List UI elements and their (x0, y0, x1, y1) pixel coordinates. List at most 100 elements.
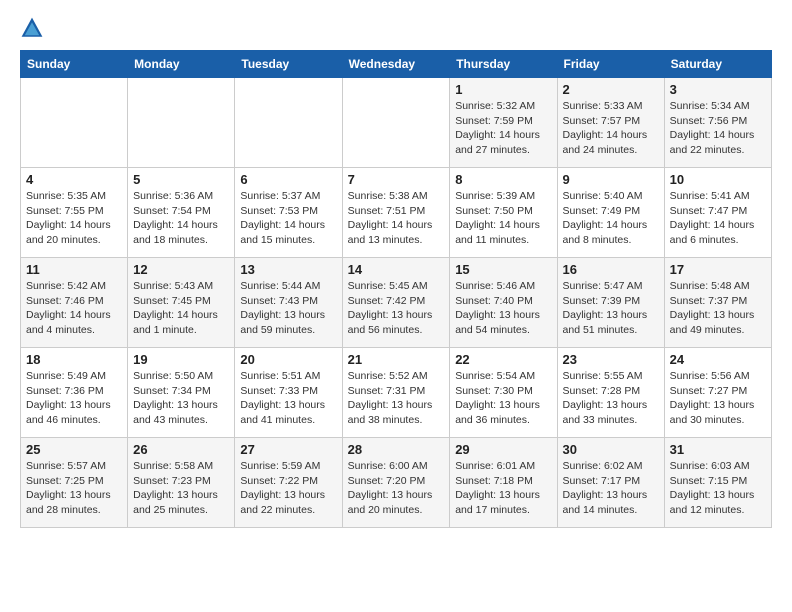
day-number: 12 (133, 262, 229, 277)
page-header (20, 16, 772, 40)
day-number: 22 (455, 352, 551, 367)
day-number: 16 (563, 262, 659, 277)
calendar-cell: 23Sunrise: 5:55 AM Sunset: 7:28 PM Dayli… (557, 348, 664, 438)
calendar-cell: 8 Sunrise: 5:39 AM Sunset: 7:50 PM Daylig… (450, 168, 557, 258)
day-info: Sunrise: 5:38 AM Sunset: 7:51 PM Dayligh… (348, 189, 445, 248)
calendar-cell: 11 Sunrise: 5:42 AM Sunset: 7:46 PM Dayli… (21, 258, 128, 348)
logo-icon (20, 16, 44, 40)
calendar-cell: 17 Sunrise: 5:48 AM Sunset: 7:37 PM Dayli… (664, 258, 771, 348)
calendar-week-row: 11 Sunrise: 5:42 AM Sunset: 7:46 PM Dayli… (21, 258, 772, 348)
day-info: Sunrise: 5:50 AM Sunset: 7:34 PM Dayligh… (133, 369, 229, 428)
calendar-cell: 1Sunrise: 5:32 AM Sunset: 7:59 PM Daylig… (450, 78, 557, 168)
calendar-cell: 30Sunrise: 6:02 AM Sunset: 7:17 PM Dayli… (557, 438, 664, 528)
calendar-cell: 28 Sunrise: 6:00 AM Sunset: 7:20 PM Dayli… (342, 438, 450, 528)
weekday-header-sunday: Sunday (21, 51, 128, 78)
day-number: 28 (348, 442, 445, 457)
day-number: 21 (348, 352, 445, 367)
weekday-header-friday: Friday (557, 51, 664, 78)
day-info: Sunrise: 5:56 AM Sunset: 7:27 PM Dayligh… (670, 369, 766, 428)
calendar-cell: 29 Sunrise: 6:01 AM Sunset: 7:18 PM Dayli… (450, 438, 557, 528)
day-info: Sunrise: 5:52 AM Sunset: 7:31 PM Dayligh… (348, 369, 445, 428)
day-number: 2 (563, 82, 659, 97)
calendar-cell: 26 Sunrise: 5:58 AM Sunset: 7:23 PM Dayli… (128, 438, 235, 528)
day-number: 9 (563, 172, 659, 187)
day-info: Sunrise: 5:34 AM Sunset: 7:56 PM Dayligh… (670, 99, 766, 158)
calendar-cell: 3 Sunrise: 5:34 AM Sunset: 7:56 PM Daylig… (664, 78, 771, 168)
day-info: Sunrise: 5:36 AM Sunset: 7:54 PM Dayligh… (133, 189, 229, 248)
day-info: Sunrise: 5:49 AM Sunset: 7:36 PM Dayligh… (26, 369, 122, 428)
day-info: Sunrise: 6:03 AM Sunset: 7:15 PM Dayligh… (670, 459, 766, 518)
day-number: 30 (563, 442, 659, 457)
calendar-week-row: 25 Sunrise: 5:57 AM Sunset: 7:25 PM Dayli… (21, 438, 772, 528)
day-number: 25 (26, 442, 122, 457)
calendar-cell: 14 Sunrise: 5:45 AM Sunset: 7:42 PM Dayli… (342, 258, 450, 348)
day-number: 15 (455, 262, 551, 277)
day-info: Sunrise: 5:51 AM Sunset: 7:33 PM Dayligh… (240, 369, 336, 428)
weekday-header-wednesday: Wednesday (342, 51, 450, 78)
calendar-cell: 19 Sunrise: 5:50 AM Sunset: 7:34 PM Dayli… (128, 348, 235, 438)
day-info: Sunrise: 5:54 AM Sunset: 7:30 PM Dayligh… (455, 369, 551, 428)
weekday-header-thursday: Thursday (450, 51, 557, 78)
calendar-cell: 31 Sunrise: 6:03 AM Sunset: 7:15 PM Dayli… (664, 438, 771, 528)
day-number: 19 (133, 352, 229, 367)
day-info: Sunrise: 5:58 AM Sunset: 7:23 PM Dayligh… (133, 459, 229, 518)
day-info: Sunrise: 5:37 AM Sunset: 7:53 PM Dayligh… (240, 189, 336, 248)
calendar-cell: 7 Sunrise: 5:38 AM Sunset: 7:51 PM Daylig… (342, 168, 450, 258)
day-number: 8 (455, 172, 551, 187)
weekday-header-saturday: Saturday (664, 51, 771, 78)
calendar-cell: 9 Sunrise: 5:40 AM Sunset: 7:49 PM Daylig… (557, 168, 664, 258)
day-info: Sunrise: 5:43 AM Sunset: 7:45 PM Dayligh… (133, 279, 229, 338)
calendar-cell: 25 Sunrise: 5:57 AM Sunset: 7:25 PM Dayli… (21, 438, 128, 528)
calendar-cell: 5 Sunrise: 5:36 AM Sunset: 7:54 PM Daylig… (128, 168, 235, 258)
day-info: Sunrise: 5:45 AM Sunset: 7:42 PM Dayligh… (348, 279, 445, 338)
calendar-cell (21, 78, 128, 168)
day-info: Sunrise: 5:57 AM Sunset: 7:25 PM Dayligh… (26, 459, 122, 518)
day-number: 27 (240, 442, 336, 457)
day-number: 14 (348, 262, 445, 277)
logo (20, 16, 48, 40)
day-number: 20 (240, 352, 336, 367)
day-number: 7 (348, 172, 445, 187)
day-info: Sunrise: 5:32 AM Sunset: 7:59 PM Dayligh… (455, 99, 551, 158)
day-number: 17 (670, 262, 766, 277)
calendar-cell: 24Sunrise: 5:56 AM Sunset: 7:27 PM Dayli… (664, 348, 771, 438)
day-number: 3 (670, 82, 766, 97)
day-info: Sunrise: 5:39 AM Sunset: 7:50 PM Dayligh… (455, 189, 551, 248)
day-info: Sunrise: 5:40 AM Sunset: 7:49 PM Dayligh… (563, 189, 659, 248)
weekday-header-row: SundayMondayTuesdayWednesdayThursdayFrid… (21, 51, 772, 78)
day-number: 26 (133, 442, 229, 457)
calendar-week-row: 4Sunrise: 5:35 AM Sunset: 7:55 PM Daylig… (21, 168, 772, 258)
calendar-cell: 20 Sunrise: 5:51 AM Sunset: 7:33 PM Dayli… (235, 348, 342, 438)
calendar-cell (342, 78, 450, 168)
day-info: Sunrise: 5:42 AM Sunset: 7:46 PM Dayligh… (26, 279, 122, 338)
day-number: 29 (455, 442, 551, 457)
calendar-cell: 21 Sunrise: 5:52 AM Sunset: 7:31 PM Dayli… (342, 348, 450, 438)
day-number: 6 (240, 172, 336, 187)
calendar-cell: 4Sunrise: 5:35 AM Sunset: 7:55 PM Daylig… (21, 168, 128, 258)
day-info: Sunrise: 5:44 AM Sunset: 7:43 PM Dayligh… (240, 279, 336, 338)
calendar-cell: 27 Sunrise: 5:59 AM Sunset: 7:22 PM Dayli… (235, 438, 342, 528)
day-number: 18 (26, 352, 122, 367)
calendar-cell: 10Sunrise: 5:41 AM Sunset: 7:47 PM Dayli… (664, 168, 771, 258)
day-number: 31 (670, 442, 766, 457)
day-info: Sunrise: 5:59 AM Sunset: 7:22 PM Dayligh… (240, 459, 336, 518)
calendar-cell: 18 Sunrise: 5:49 AM Sunset: 7:36 PM Dayli… (21, 348, 128, 438)
calendar-week-row: 1Sunrise: 5:32 AM Sunset: 7:59 PM Daylig… (21, 78, 772, 168)
calendar-table: SundayMondayTuesdayWednesdayThursdayFrid… (20, 50, 772, 528)
day-number: 11 (26, 262, 122, 277)
calendar-cell: 16 Sunrise: 5:47 AM Sunset: 7:39 PM Dayli… (557, 258, 664, 348)
day-info: Sunrise: 5:47 AM Sunset: 7:39 PM Dayligh… (563, 279, 659, 338)
calendar-cell: 2 Sunrise: 5:33 AM Sunset: 7:57 PM Daylig… (557, 78, 664, 168)
day-info: Sunrise: 6:00 AM Sunset: 7:20 PM Dayligh… (348, 459, 445, 518)
day-number: 5 (133, 172, 229, 187)
weekday-header-monday: Monday (128, 51, 235, 78)
day-info: Sunrise: 5:48 AM Sunset: 7:37 PM Dayligh… (670, 279, 766, 338)
day-info: Sunrise: 6:01 AM Sunset: 7:18 PM Dayligh… (455, 459, 551, 518)
calendar-cell: 15Sunrise: 5:46 AM Sunset: 7:40 PM Dayli… (450, 258, 557, 348)
day-number: 23 (563, 352, 659, 367)
calendar-cell: 22 Sunrise: 5:54 AM Sunset: 7:30 PM Dayli… (450, 348, 557, 438)
day-number: 13 (240, 262, 336, 277)
calendar-cell: 13 Sunrise: 5:44 AM Sunset: 7:43 PM Dayli… (235, 258, 342, 348)
day-info: Sunrise: 5:41 AM Sunset: 7:47 PM Dayligh… (670, 189, 766, 248)
day-info: Sunrise: 5:33 AM Sunset: 7:57 PM Dayligh… (563, 99, 659, 158)
